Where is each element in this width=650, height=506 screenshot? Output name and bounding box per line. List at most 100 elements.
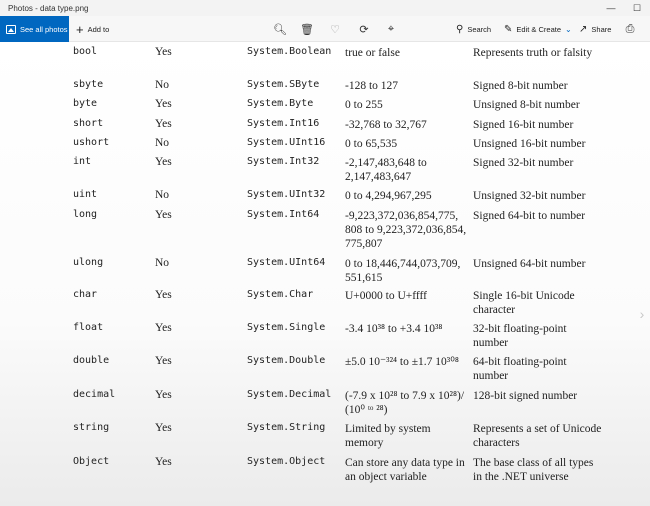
meaning-cell: Single 16-bit Unicode character bbox=[473, 290, 575, 316]
meaning-cell: Signed 8-bit number bbox=[473, 80, 568, 92]
system-type-cell: System.String bbox=[247, 422, 326, 433]
plus-icon: + bbox=[76, 21, 84, 37]
add-to-button[interactable]: + Add to bbox=[76, 16, 109, 42]
image-view: bool Yes System.Boolean true or false Re… bbox=[0, 42, 650, 506]
meaning-cell: Unsigned 16-bit number bbox=[473, 138, 586, 150]
cls-compliant-cell: Yes bbox=[155, 389, 172, 401]
range-cell: -128 to 127 bbox=[345, 80, 399, 92]
cls-compliant-cell: Yes bbox=[155, 422, 172, 434]
system-type-cell: System.UInt32 bbox=[247, 189, 326, 200]
cls-compliant-cell: No bbox=[155, 137, 170, 149]
keyword-cell: char bbox=[73, 289, 98, 300]
minimize-button[interactable]: — bbox=[598, 0, 624, 16]
zoom-in-icon[interactable]: 🔍︎ bbox=[270, 16, 290, 42]
rotate-icon[interactable]: ⟳ bbox=[354, 16, 374, 42]
edit-create-label: Edit & Create bbox=[516, 24, 561, 34]
cls-compliant-cell: Yes bbox=[155, 456, 172, 468]
meaning-cell: Represents a set of Unicode characters bbox=[473, 423, 602, 449]
cls-compliant-cell: Yes bbox=[155, 98, 172, 110]
print-icon[interactable]: ⎙ bbox=[620, 16, 640, 42]
search-label: Search bbox=[467, 24, 492, 34]
system-type-cell: System.Int64 bbox=[247, 209, 320, 220]
cls-compliant-cell: No bbox=[155, 79, 170, 91]
keyword-cell: decimal bbox=[73, 389, 116, 400]
window-title: Photos - data type.png bbox=[8, 3, 89, 13]
edit-create-button[interactable]: ✎ Edit & Create ⌄ bbox=[504, 16, 572, 42]
cls-compliant-cell: Yes bbox=[155, 355, 172, 367]
meaning-cell: The base class of all types in the .NET … bbox=[473, 457, 594, 483]
cls-compliant-cell: Yes bbox=[155, 118, 172, 130]
share-button[interactable]: ↗ Share bbox=[579, 16, 611, 42]
range-cell: -9,223,372,036,854,775, 808 to 9,223,372… bbox=[345, 210, 467, 250]
meaning-cell: Unsigned 64-bit number bbox=[473, 258, 586, 270]
range-cell: 0 to 4,294,967,295 bbox=[345, 190, 432, 202]
system-type-cell: System.Decimal bbox=[247, 389, 332, 400]
range-cell: U+0000 to U+ffff bbox=[345, 290, 427, 302]
cls-compliant-cell: Yes bbox=[155, 322, 172, 334]
range-cell: 0 to 65,535 bbox=[345, 138, 398, 150]
meaning-cell: 128-bit signed number bbox=[473, 390, 578, 402]
system-type-cell: System.Single bbox=[247, 322, 326, 333]
cls-compliant-cell: No bbox=[155, 189, 170, 201]
meaning-cell: Signed 32-bit number bbox=[473, 157, 574, 169]
photos-icon bbox=[6, 24, 16, 34]
heart-icon[interactable]: ♡ bbox=[325, 16, 345, 42]
system-type-cell: System.Double bbox=[247, 355, 326, 366]
keyword-cell: int bbox=[73, 156, 92, 167]
chevron-right-icon[interactable]: › bbox=[635, 304, 649, 324]
see-all-photos-label: See all photos bbox=[20, 24, 68, 34]
share-icon: ↗ bbox=[579, 23, 588, 35]
meaning-cell: 32-bit floating-point number bbox=[473, 323, 567, 349]
meaning-cell: Unsigned 32-bit number bbox=[473, 190, 586, 202]
toolbar: See all photos + Add to 🔍︎ 🗑︎ ♡ ⟳ ⌖ ⚲ Se… bbox=[0, 16, 650, 42]
add-to-label: Add to bbox=[87, 24, 110, 34]
keyword-cell: sbyte bbox=[73, 79, 104, 90]
keyword-cell: float bbox=[73, 322, 104, 333]
see-all-photos-button[interactable]: See all photos bbox=[0, 16, 69, 42]
range-cell: true or false bbox=[345, 47, 400, 59]
search-button[interactable]: ⚲ Search bbox=[456, 16, 491, 42]
share-label: Share bbox=[591, 24, 612, 34]
cls-compliant-cell: Yes bbox=[155, 289, 172, 301]
keyword-cell: long bbox=[73, 209, 98, 220]
search-icon: ⚲ bbox=[456, 23, 464, 35]
system-type-cell: System.Byte bbox=[247, 98, 314, 109]
system-type-cell: System.Boolean bbox=[247, 46, 332, 57]
range-cell: -2,147,483,648 to 2,147,483,647 bbox=[345, 157, 427, 183]
system-type-cell: System.UInt64 bbox=[247, 257, 326, 268]
trash-icon[interactable]: 🗑︎ bbox=[297, 16, 317, 42]
meaning-cell: Represents truth or falsity bbox=[473, 47, 593, 59]
system-type-cell: System.Object bbox=[247, 456, 326, 467]
edit-create-icon: ✎ bbox=[504, 23, 513, 35]
keyword-cell: string bbox=[73, 422, 110, 433]
maximize-button[interactable]: ☐ bbox=[624, 0, 650, 16]
range-cell: -32,768 to 32,767 bbox=[345, 119, 427, 131]
keyword-cell: bool bbox=[73, 46, 98, 57]
keyword-cell: ulong bbox=[73, 257, 104, 268]
keyword-cell: ushort bbox=[73, 137, 110, 148]
keyword-cell: Object bbox=[73, 456, 110, 467]
chevron-down-icon: ⌄ bbox=[565, 24, 572, 34]
range-cell: ±5.0 10⁻³²⁴ to ±1.7 10³⁰⁸ bbox=[345, 356, 459, 368]
system-type-cell: System.Char bbox=[247, 289, 314, 300]
keyword-cell: double bbox=[73, 355, 110, 366]
system-type-cell: System.Int16 bbox=[247, 118, 320, 129]
range-cell: 0 to 18,446,744,073,709, 551,615 bbox=[345, 258, 461, 284]
meaning-cell: 64-bit floating-point number bbox=[473, 356, 567, 382]
crop-icon[interactable]: ⌖ bbox=[381, 16, 401, 42]
system-type-cell: System.Int32 bbox=[247, 156, 320, 167]
range-cell: Can store any data type in an object var… bbox=[345, 457, 465, 483]
cls-compliant-cell: No bbox=[155, 257, 170, 269]
range-cell: -3.4 10³⁸ to +3.4 10³⁸ bbox=[345, 323, 443, 335]
cls-compliant-cell: Yes bbox=[155, 156, 172, 168]
range-cell: (-7.9 x 10²⁸ to 7.9 x 10²⁸)/ (10⁰ ᵗᵒ ²⁸) bbox=[345, 390, 465, 416]
system-type-cell: System.SByte bbox=[247, 79, 320, 90]
meaning-cell: Signed 16-bit number bbox=[473, 119, 574, 131]
keyword-cell: uint bbox=[73, 189, 98, 200]
title-bar: Photos - data type.png — ☐ bbox=[0, 0, 650, 16]
system-type-cell: System.UInt16 bbox=[247, 137, 326, 148]
keyword-cell: short bbox=[73, 118, 104, 129]
range-cell: Limited by system memory bbox=[345, 423, 431, 449]
range-cell: 0 to 255 bbox=[345, 99, 383, 111]
cls-compliant-cell: Yes bbox=[155, 46, 172, 58]
